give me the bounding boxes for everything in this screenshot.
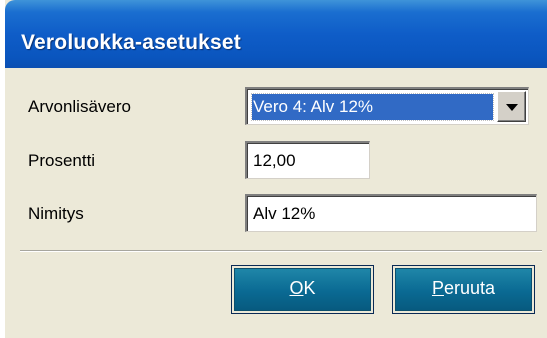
separator — [20, 250, 542, 252]
ok-accel: O — [289, 278, 304, 298]
cancel-button-face: Peruuta — [395, 268, 532, 311]
ok-button-face: OK — [234, 268, 371, 311]
cancel-label-rest: eruuta — [443, 278, 496, 298]
dialog-title: Veroluokka-asetukset — [21, 31, 241, 54]
percent-label: Prosentti — [28, 151, 96, 170]
name-input[interactable]: Alv 12% — [245, 194, 537, 232]
chevron-down-icon — [506, 104, 518, 111]
vat-selected-value: Vero 4: Alv 12% — [251, 93, 494, 121]
title-bar[interactable]: Veroluokka-asetukset — [5, 0, 547, 68]
name-label: Nimitys — [28, 204, 84, 223]
vat-select[interactable]: Vero 4: Alv 12% — [245, 87, 529, 125]
ok-label-rest: K — [303, 278, 316, 298]
vat-settings-dialog: Veroluokka-asetukset Arvonlisävero Vero … — [5, 0, 547, 338]
cancel-accel: P — [431, 278, 444, 298]
ok-button[interactable]: OK — [231, 265, 374, 314]
percent-input[interactable]: 12,00 — [245, 141, 370, 179]
vat-label: Arvonlisävero — [28, 97, 131, 116]
cancel-button[interactable]: Peruuta — [392, 265, 535, 314]
dropdown-button[interactable] — [497, 91, 526, 122]
